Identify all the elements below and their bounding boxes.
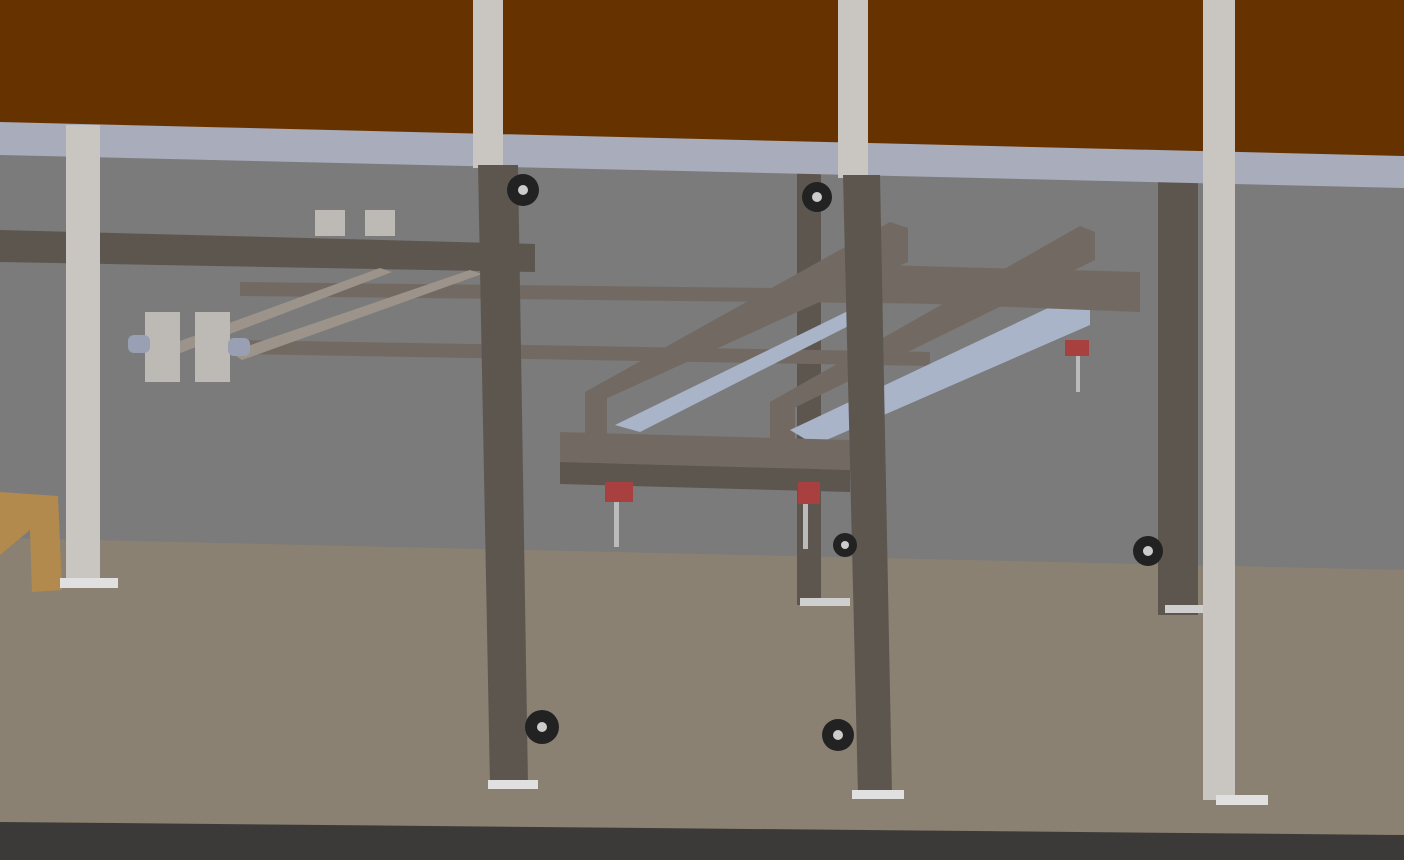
base-plate [60, 578, 118, 588]
base-plate [488, 780, 538, 789]
white-post [473, 0, 503, 168]
white-post [1203, 0, 1235, 800]
guide-wheel [822, 719, 854, 751]
red-bracket [798, 482, 820, 504]
back-post [1158, 178, 1198, 615]
threaded-rod [614, 502, 619, 547]
trolley-block [145, 312, 180, 382]
base-plate [800, 598, 850, 606]
threaded-rod [1076, 356, 1080, 392]
trolley-block [195, 312, 230, 382]
guide-wheel [507, 174, 539, 206]
red-bracket [605, 482, 633, 502]
red-bracket [1065, 340, 1089, 356]
base-plate [852, 790, 904, 799]
white-post [66, 125, 100, 580]
trolley-block [365, 210, 395, 236]
roller [228, 338, 250, 356]
base-plate [1216, 795, 1268, 805]
guide-wheel [525, 710, 559, 744]
guide-wheel [802, 182, 832, 212]
cad-render-scene [0, 0, 1404, 860]
guide-wheel [833, 533, 857, 557]
white-post [838, 0, 868, 178]
roller [128, 335, 150, 353]
trolley-block [315, 210, 345, 236]
guide-wheel [1133, 536, 1163, 566]
threaded-rod [803, 504, 808, 549]
